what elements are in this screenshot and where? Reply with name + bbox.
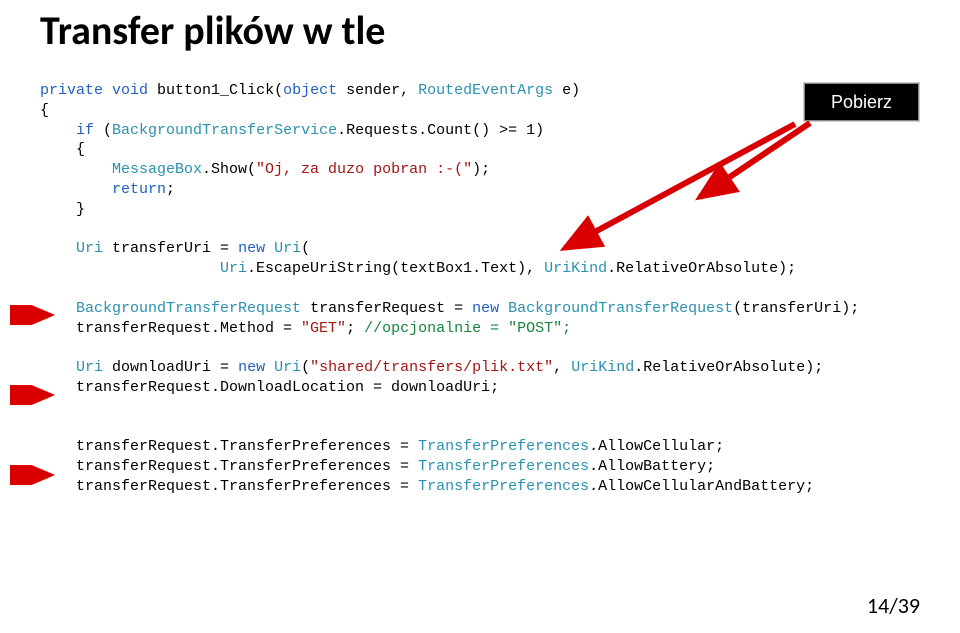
code-token: if (76, 122, 94, 139)
pobierz-button[interactable]: Pobierz (803, 82, 920, 122)
code-token: BackgroundTransferService (112, 122, 337, 139)
code-token: Uri (274, 359, 301, 376)
code-token: Uri (76, 359, 103, 376)
code-token (40, 300, 76, 317)
code-token: .AllowCellular; (589, 438, 724, 455)
code-token: ( (301, 359, 310, 376)
code-token (499, 300, 508, 317)
code-token: MessageBox (112, 161, 202, 178)
code-token: Uri (274, 240, 301, 257)
code-token: { (40, 102, 49, 119)
code-token: .RelativeOrAbsolute); (607, 260, 796, 277)
code-token: Uri (220, 260, 247, 277)
code-token: void (112, 82, 148, 99)
code-token: transferRequest.TransferPreferences = (40, 438, 418, 455)
code-token: .RelativeOrAbsolute); (634, 359, 823, 376)
code-token: .EscapeUriString(textBox1.Text), (247, 260, 544, 277)
page-number: 14/39 (867, 592, 920, 619)
code-token: TransferPreferences (418, 438, 589, 455)
code-token: transferRequest.TransferPreferences = (40, 458, 418, 475)
code-token: new (238, 359, 265, 376)
code-token (265, 240, 274, 257)
code-token: new (238, 240, 265, 257)
code-token: transferUri = (103, 240, 238, 257)
code-token: BackgroundTransferRequest (508, 300, 733, 317)
code-token: { (40, 141, 85, 158)
code-token: } (40, 201, 85, 218)
code-token: "Oj, za duzo pobran :-(" (256, 161, 472, 178)
code-token: "shared/transfers/plik.txt" (310, 359, 553, 376)
code-token: return (112, 181, 166, 198)
code-token: UriKind (571, 359, 634, 376)
code-token: .Show( (202, 161, 256, 178)
code-token: e) (553, 82, 580, 99)
code-token (265, 359, 274, 376)
code-token: .AllowBattery; (589, 458, 715, 475)
code-token: (transferUri); (733, 300, 859, 317)
code-token: BackgroundTransferRequest (76, 300, 301, 317)
code-token: , (553, 359, 571, 376)
code-token: transferRequest = (301, 300, 472, 317)
code-token: //opcjonalnie = "POST"; (364, 320, 571, 337)
code-token: private (40, 82, 103, 99)
code-token: Uri (76, 240, 103, 257)
code-token: .AllowCellularAndBattery; (589, 478, 814, 495)
code-token: transferRequest.TransferPreferences = (40, 478, 418, 495)
code-token: .Requests.Count() >= 1) (337, 122, 544, 139)
code-token: UriKind (544, 260, 607, 277)
code-token: new (472, 300, 499, 317)
pobierz-button-label: Pobierz (831, 92, 892, 113)
code-token (40, 240, 76, 257)
code-token: downloadUri = (103, 359, 238, 376)
code-token (40, 161, 112, 178)
code-token: "GET" (301, 320, 346, 337)
code-token (40, 122, 76, 139)
code-token: ( (94, 122, 112, 139)
code-token: ); (472, 161, 490, 178)
code-token: ( (301, 240, 310, 257)
code-token (40, 260, 220, 277)
slide-title: Transfer plików w tle (40, 6, 920, 55)
code-token (40, 359, 76, 376)
code-token (40, 181, 112, 198)
code-token: TransferPreferences (418, 458, 589, 475)
code-token: object (283, 82, 337, 99)
code-token: ; (166, 181, 175, 198)
code-token: sender, (337, 82, 418, 99)
code-block: private void button1_Click(object sender… (40, 81, 920, 497)
code-token: transferRequest.DownloadLocation = downl… (40, 379, 499, 396)
code-token: button1_Click( (148, 82, 283, 99)
code-token: RoutedEventArgs (418, 82, 553, 99)
code-token: ; (346, 320, 364, 337)
code-token: TransferPreferences (418, 478, 589, 495)
code-token: transferRequest.Method = (40, 320, 301, 337)
